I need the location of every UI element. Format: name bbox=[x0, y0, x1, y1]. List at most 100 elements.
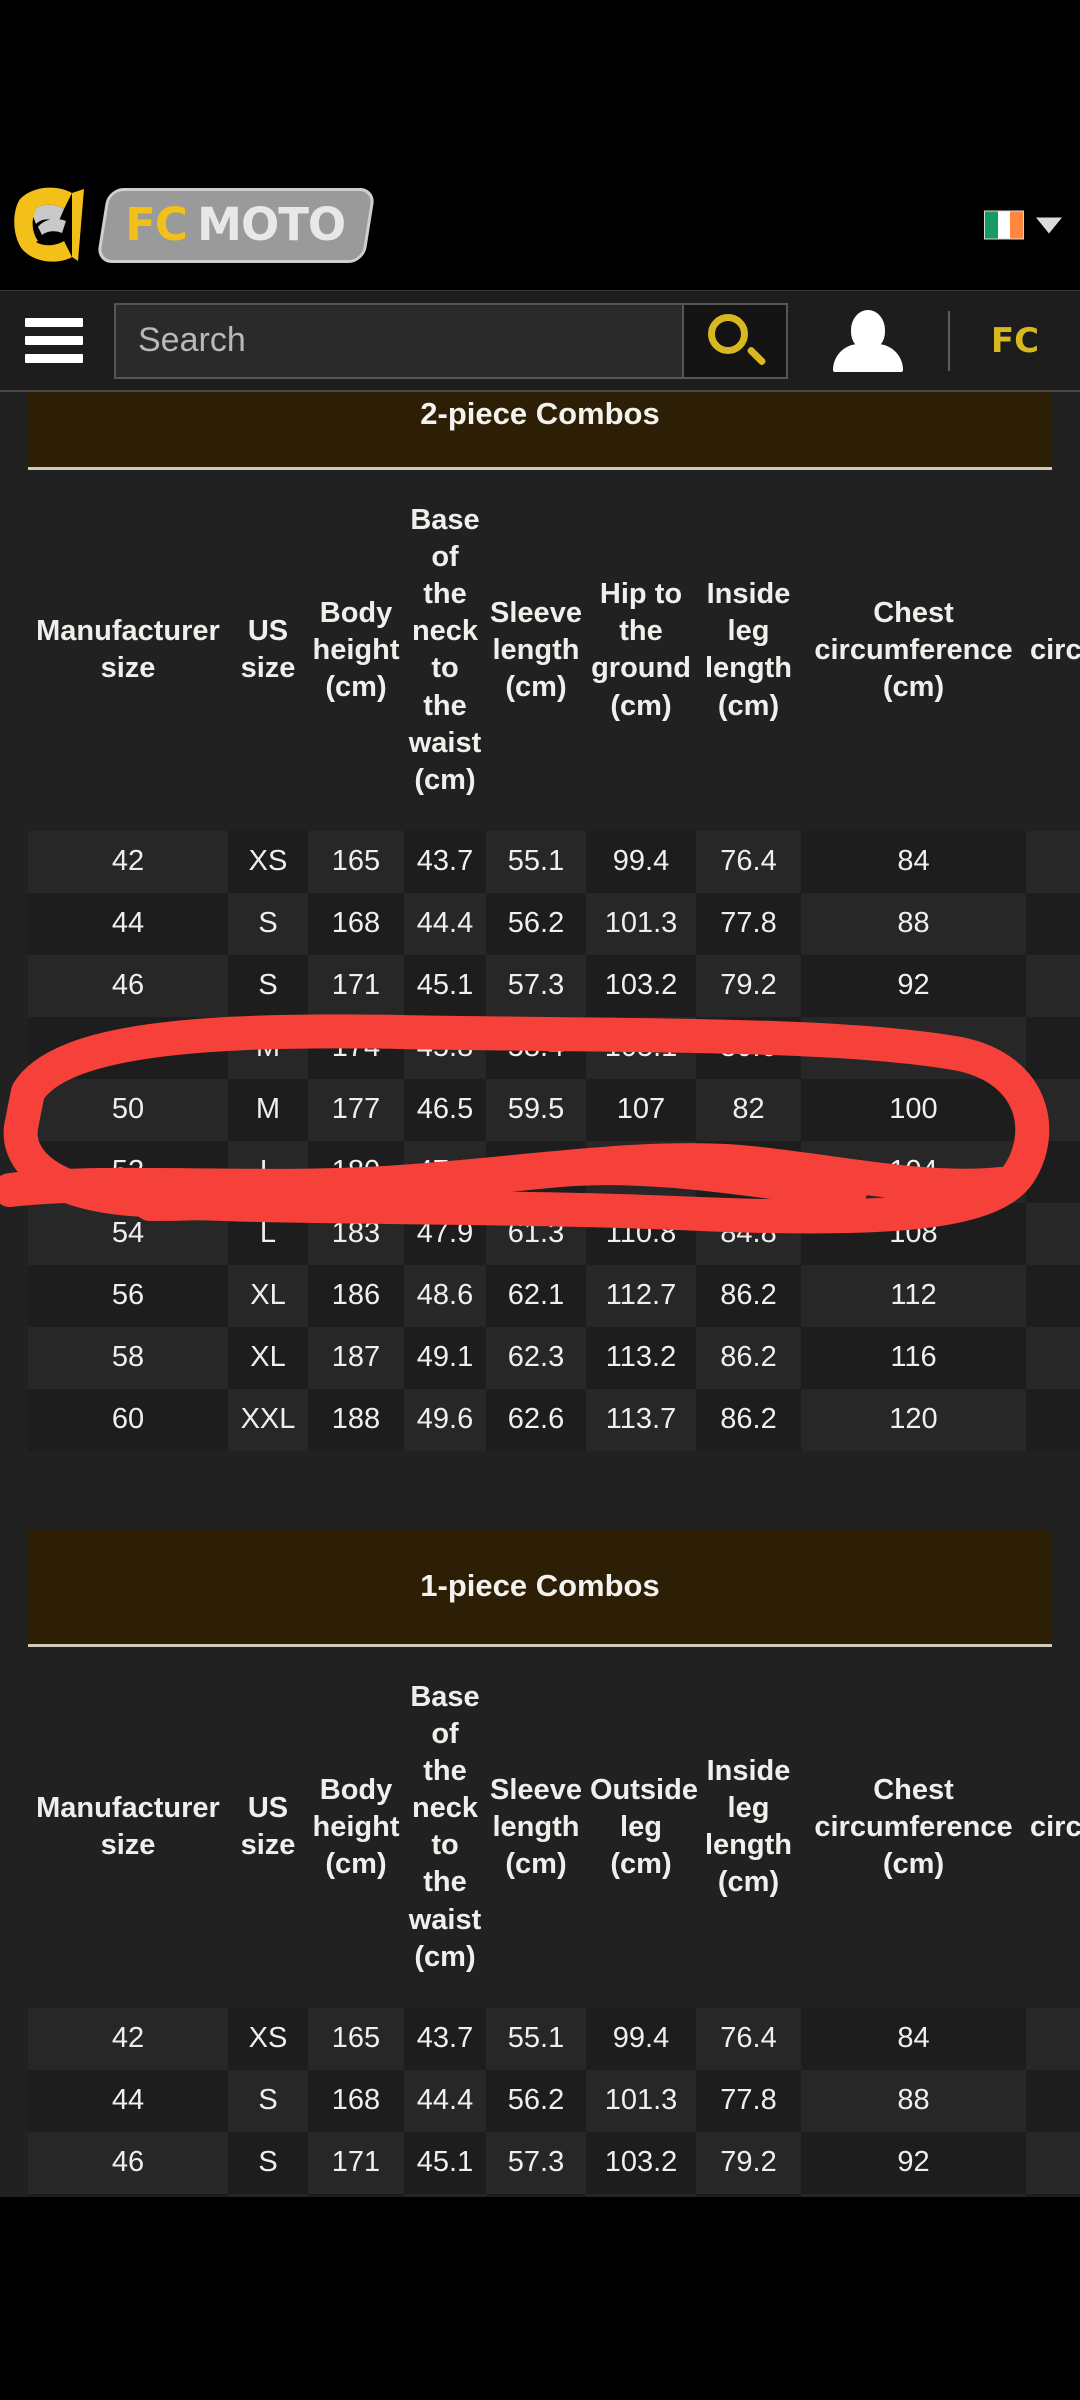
table-cell: L bbox=[228, 1202, 308, 1265]
table-cell: 103.2 bbox=[586, 2131, 696, 2194]
table-head: Manufacturer size US size Body height (cm) Base… bbox=[28, 1647, 1080, 2008]
table-cell: 72 bbox=[1026, 2007, 1080, 2070]
column-header: Sleeve length (cm) bbox=[490, 1773, 582, 1880]
table-cell: 61.3 bbox=[486, 1202, 586, 1265]
table-cell: S bbox=[228, 2069, 308, 2132]
table-cell: 57.3 bbox=[486, 2131, 586, 2194]
table-cell: L bbox=[228, 1140, 308, 1203]
table-cell: 103.2 bbox=[586, 954, 696, 1017]
search-icon bbox=[708, 313, 767, 368]
table-cell: 45.8 bbox=[404, 2193, 486, 2197]
column-header: Waistcircumference(cm) bbox=[1030, 633, 1080, 666]
logo-text-moto: MOTO bbox=[196, 197, 345, 251]
table-cell: M bbox=[228, 2193, 308, 2197]
table-cell: 113.2 bbox=[586, 1326, 696, 1389]
table-cell: 112 bbox=[801, 1264, 1026, 1327]
table-cell: 46.5 bbox=[404, 1078, 486, 1141]
table-cell: 77.8 bbox=[696, 2069, 801, 2132]
brand-bar: FC MOTO bbox=[0, 160, 1080, 290]
table-cell: 171 bbox=[308, 2131, 404, 2194]
account-button[interactable] bbox=[788, 291, 948, 390]
table-cell: 77.8 bbox=[696, 892, 801, 955]
table-cell: 84.8 bbox=[696, 1202, 801, 1265]
table-cell: 48 bbox=[28, 2193, 228, 2197]
fc-mini-logo-button[interactable]: FC bbox=[950, 291, 1080, 390]
table-cell: 43.7 bbox=[404, 830, 486, 893]
table-row: 46S17145.157.3103.279.29280 bbox=[28, 954, 1080, 1017]
table-row: 54L18347.961.3110.884.810896 bbox=[28, 1202, 1080, 1265]
chevron-down-icon[interactable] bbox=[1036, 217, 1062, 233]
site-logo[interactable]: FC MOTO bbox=[14, 183, 376, 267]
table-cell: 108 bbox=[1026, 1388, 1080, 1451]
table-cell: 43.7 bbox=[404, 2007, 486, 2070]
table-row: 44S16844.456.2101.377.88876 bbox=[28, 892, 1080, 955]
size-table-2piece: Manufacturer size US size Body height (cm) Base… bbox=[28, 470, 1080, 1451]
table-cell: 76.4 bbox=[696, 2007, 801, 2070]
table-cell: 60.4 bbox=[486, 1140, 586, 1203]
status-bar-area bbox=[0, 0, 1080, 160]
table-cell: XS bbox=[228, 2007, 308, 2070]
table-row: 46S17145.157.3103.279.29280 bbox=[28, 2131, 1080, 2194]
table-cell: 187 bbox=[308, 1326, 404, 1389]
table-cell: 101.3 bbox=[586, 2069, 696, 2132]
table-cell: 76 bbox=[1026, 2069, 1080, 2132]
table-cell: 62.3 bbox=[486, 1326, 586, 1389]
table-cell: 92 bbox=[801, 2131, 1026, 2194]
table-cell: 105.1 bbox=[586, 1016, 696, 1079]
table-cell: 168 bbox=[308, 892, 404, 955]
navigation-bar: Search FC bbox=[0, 290, 1080, 392]
column-header: Outside leg (cm) bbox=[590, 1773, 698, 1880]
logo-text-fc: FC bbox=[125, 197, 187, 251]
table-row: 50M17746.559.51078210088 bbox=[28, 1078, 1080, 1141]
table-row: 58XL18749.162.3113.286.2116104 bbox=[28, 1326, 1080, 1389]
table-cell: 165 bbox=[308, 2007, 404, 2070]
table-cell: 79.2 bbox=[696, 2131, 801, 2194]
table-cell: 100 bbox=[1026, 1264, 1080, 1327]
hamburger-menu-icon[interactable] bbox=[0, 291, 108, 390]
table-cell: 171 bbox=[308, 954, 404, 1017]
table-cell: 62.6 bbox=[486, 1388, 586, 1451]
search-input[interactable]: Search bbox=[114, 302, 684, 379]
table-row: 60XXL18849.662.6113.786.2120108 bbox=[28, 1388, 1080, 1451]
table-cell: 44.4 bbox=[404, 2069, 486, 2132]
table-cell: 177 bbox=[308, 1078, 404, 1141]
column-header: Body height (cm) bbox=[312, 1773, 400, 1880]
table-cell: 99.4 bbox=[586, 2007, 696, 2070]
table-cell: 76 bbox=[1026, 892, 1080, 955]
column-header: Inside leg length (cm) bbox=[705, 578, 792, 722]
search-placeholder: Search bbox=[138, 321, 246, 359]
table-cell: 168 bbox=[308, 2069, 404, 2132]
column-header: Inside leg length (cm) bbox=[705, 1755, 792, 1899]
table-cell: 46 bbox=[28, 954, 228, 1017]
table-cell: 48 bbox=[28, 1016, 228, 1079]
table-cell: 108 bbox=[801, 1202, 1026, 1265]
table-body: 42XS16543.755.199.476.4847244S16844.456.… bbox=[28, 830, 1080, 1451]
table-cell: 48.6 bbox=[404, 1264, 486, 1327]
table-cell: 88 bbox=[1026, 1078, 1080, 1141]
table-cell: 96 bbox=[801, 1016, 1026, 1079]
table-cell: 92 bbox=[1026, 1140, 1080, 1203]
table-cell: 50 bbox=[28, 1078, 228, 1141]
table-cell: 86.2 bbox=[696, 1388, 801, 1451]
search-button[interactable] bbox=[684, 302, 788, 379]
user-account-icon bbox=[833, 309, 903, 372]
table-cell: 99.4 bbox=[586, 830, 696, 893]
table-cell: XS bbox=[228, 830, 308, 893]
table-cell: 84 bbox=[1026, 1016, 1080, 1079]
language-selector[interactable] bbox=[984, 210, 1062, 240]
table-cell: 92 bbox=[801, 954, 1026, 1017]
table-cell: 79.2 bbox=[696, 954, 801, 1017]
header-row: Manufacturer size US size Body height (cm) Base… bbox=[28, 470, 1080, 831]
table-cell: 62.1 bbox=[486, 1264, 586, 1327]
table-cell: 42 bbox=[28, 2007, 228, 2070]
table-cell: 49.6 bbox=[404, 1388, 486, 1451]
table-body: 42XS16543.755.199.476.4847244S16844.456.… bbox=[28, 2007, 1080, 2197]
table-row: 42XS16543.755.199.476.48472 bbox=[28, 830, 1080, 893]
table-cell: 45.1 bbox=[404, 954, 486, 1017]
bottom-bar-area bbox=[0, 2197, 1080, 2400]
table-cell: 42 bbox=[28, 830, 228, 893]
table-cell: 108.9 bbox=[586, 1140, 696, 1203]
table-cell: S bbox=[228, 954, 308, 1017]
table-cell: 47.9 bbox=[404, 1202, 486, 1265]
column-header: Body height (cm) bbox=[312, 596, 400, 703]
